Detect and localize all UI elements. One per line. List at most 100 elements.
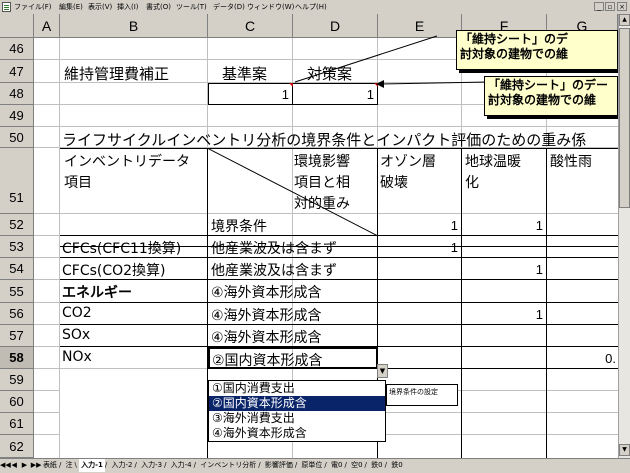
scroll-down-button[interactable]: ▼ <box>619 444 630 456</box>
row-header-50[interactable]: 50 <box>0 127 34 148</box>
inventory-item: CFCs(CO2換算) <box>62 263 166 279</box>
weight-value[interactable]: 1 <box>464 262 543 277</box>
sheet-tab[interactable]: 鉄0 <box>389 459 404 472</box>
callout-text: 「維持シート」のデ <box>460 32 569 46</box>
row-header-57[interactable]: 57 <box>0 325 34 347</box>
inventory-item: エネルギー <box>62 285 132 301</box>
column-header-a[interactable]: A <box>34 14 60 38</box>
row-header-58[interactable]: 58 <box>0 347 34 369</box>
inventory-item: CFCs(CFC11換算) <box>62 241 182 257</box>
sheet-tab[interactable]: 入力-4 <box>169 459 194 472</box>
validation-dropdown-list[interactable]: ①国内消費支出 ②国内資本形成含 ③海外消費支出 ④海外資本形成含 <box>208 380 386 442</box>
row-header-60[interactable]: 60 <box>0 391 34 413</box>
row-header-49[interactable]: 49 <box>0 105 34 127</box>
column-header-b[interactable]: B <box>60 14 208 38</box>
minimize-button[interactable]: _ <box>594 2 604 11</box>
sheet-tab[interactable]: 入力-3 <box>139 459 164 472</box>
dropdown-option[interactable]: ③海外消費支出 <box>209 411 385 426</box>
vertical-scrollbar[interactable]: ▲ ▼ <box>618 14 630 458</box>
menu-data[interactable]: データ(D) <box>213 0 245 14</box>
row-header-59[interactable]: 59 <box>0 369 34 391</box>
boundary-condition[interactable]: 他産業波及は含まず <box>211 260 337 280</box>
restore-button[interactable]: ▫ <box>605 2 615 11</box>
menu-window[interactable]: ウィンドウ(W) <box>247 0 294 14</box>
row-header-47[interactable]: 47 <box>0 60 34 83</box>
callout-text: 「維持シート」のデー <box>488 78 609 92</box>
dropdown-arrow-button[interactable]: ▼ <box>377 364 388 378</box>
table-divider <box>60 302 618 303</box>
baseline-value-cell[interactable]: 1 <box>208 83 293 105</box>
table-divider <box>546 148 547 458</box>
baseline-value: 1 <box>281 87 289 102</box>
impact-header: 項目と相 <box>294 175 350 191</box>
sheet-tab[interactable]: 入力-2 <box>110 459 135 472</box>
sheet-tab[interactable]: 鉄0 <box>369 459 384 472</box>
menu-view[interactable]: 表示(V) <box>88 0 112 14</box>
excel-document-icon[interactable] <box>2 2 11 12</box>
menu-insert[interactable]: 挿入(I) <box>117 0 139 14</box>
sheet-tab-bar: ◀◀ ◀ ▶ ▶▶ 表紙 / 注 \ 入力-1/ 入力-2/ 入力-3/ 入力-4/… <box>0 458 630 473</box>
sheet-tab[interactable]: インベントリ分析 <box>198 459 258 472</box>
row-header-55[interactable]: 55 <box>0 280 34 303</box>
weight-value[interactable]: 0. <box>550 351 616 366</box>
menu-help[interactable]: ヘルプ(H) <box>295 0 327 14</box>
row-header-54[interactable]: 54 <box>0 258 34 280</box>
boundary-condition[interactable]: ④海外資本形成含 <box>211 305 322 325</box>
inventory-item: NOx <box>62 349 92 365</box>
inventory-item: SOx <box>62 327 91 343</box>
callout-text: 討対象の建物での維 <box>460 47 569 61</box>
boundary-condition-label: 境界条件 <box>211 219 267 235</box>
sheet-tab[interactable]: 表紙 <box>41 459 59 472</box>
ozone-header: オゾン層 <box>380 154 436 170</box>
row-header-56[interactable]: 56 <box>0 303 34 325</box>
weight-value[interactable]: 1 <box>380 240 458 255</box>
boundary-condition[interactable]: 他産業波及は含まず <box>211 238 337 258</box>
comment-callout[interactable]: 「維持シート」のデー 討対象の建物での維 <box>484 76 618 116</box>
sheet-tab[interactable]: 注 <box>64 459 75 472</box>
menu-tools[interactable]: ツール(T) <box>176 0 207 14</box>
table-divider <box>461 148 462 458</box>
last-sheet-button[interactable]: ▶▶ <box>31 459 42 472</box>
scroll-up-button[interactable]: ▲ <box>619 14 630 26</box>
sheet-tab[interactable]: 影響評価 <box>263 459 295 472</box>
boundary-condition: ②国内資本形成含 <box>212 353 323 369</box>
sheet-tab[interactable]: 原単位 <box>299 459 324 472</box>
row-header-62[interactable]: 62 <box>0 435 34 458</box>
column-header-c[interactable]: C <box>208 14 293 38</box>
dropdown-option[interactable]: ④海外資本形成含 <box>209 426 385 441</box>
popup-text: 境界条件の設定 <box>389 388 438 396</box>
dropdown-option[interactable]: ①国内消費支出 <box>209 381 385 396</box>
weight-value[interactable]: 1 <box>464 307 543 322</box>
menu-edit[interactable]: 編集(E) <box>59 0 83 14</box>
input-message-popup: 境界条件の設定 <box>386 384 458 406</box>
row-header-52[interactable]: 52 <box>0 214 34 236</box>
weight-value[interactable]: 1 <box>380 218 458 233</box>
select-all-corner[interactable] <box>0 14 34 38</box>
warming-header: 化 <box>465 175 479 191</box>
next-sheet-button[interactable]: ▶ <box>20 459 28 472</box>
baseline-label: 基準案 <box>222 65 268 83</box>
row-header-53[interactable]: 53 <box>0 236 34 258</box>
boundary-condition[interactable]: ④海外資本形成含 <box>211 327 322 347</box>
comment-callout[interactable]: 「維持シート」のデ 討対象の建物での維 <box>456 30 618 70</box>
scroll-thumb[interactable] <box>619 28 630 208</box>
inventory-header: インベントリデータ <box>64 154 190 170</box>
maintenance-cost-label: 維持管理費補正 <box>64 65 170 83</box>
dropdown-option-selected[interactable]: ②国内資本形成含 <box>209 396 385 411</box>
row-header-61[interactable]: 61 <box>0 413 34 435</box>
weight-value[interactable]: 1 <box>464 218 543 233</box>
impact-header: 対的重み <box>294 196 350 212</box>
sheet-tab[interactable]: 電0 <box>329 459 344 472</box>
menu-file[interactable]: ファイル(F) <box>14 0 52 14</box>
active-cell[interactable]: ②国内資本形成含 <box>208 347 378 369</box>
row-header-48[interactable]: 48 <box>0 83 34 105</box>
sheet-tab-active[interactable]: 入力-1 <box>79 459 105 472</box>
boundary-condition[interactable]: ④海外資本形成含 <box>211 282 322 302</box>
menu-format[interactable]: 書式(O) <box>146 0 171 14</box>
row-header-51[interactable]: 51 <box>0 148 34 214</box>
prev-sheet-button[interactable]: ◀ <box>10 459 18 472</box>
sheet-tab[interactable]: 空0 <box>349 459 364 472</box>
close-button[interactable]: × <box>617 2 627 11</box>
row-header-46[interactable]: 46 <box>0 38 34 60</box>
first-sheet-button[interactable]: ◀◀ <box>0 459 11 472</box>
